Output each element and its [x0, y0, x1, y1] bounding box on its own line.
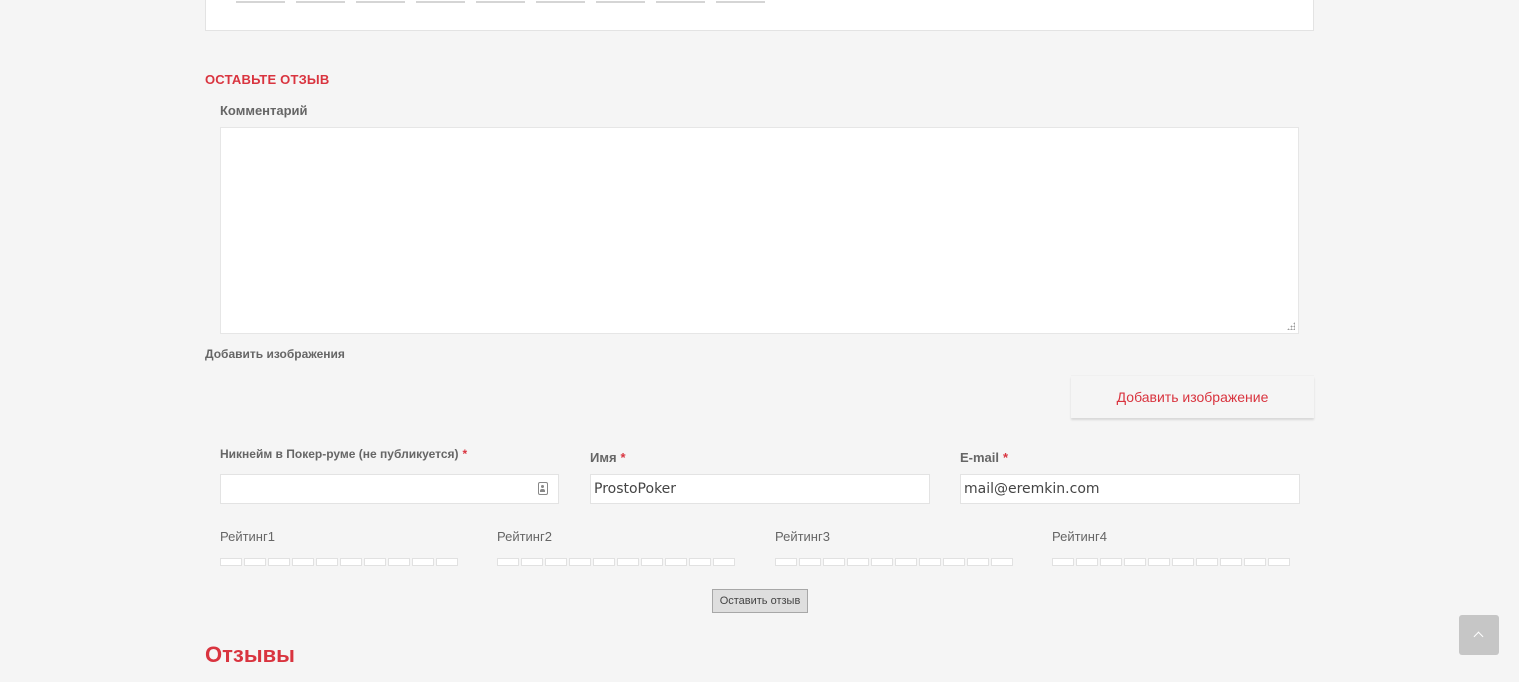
rating-3-scale	[775, 558, 1013, 566]
rating-box[interactable]	[823, 558, 845, 566]
rating-box[interactable]	[641, 558, 663, 566]
rating-box[interactable]	[943, 558, 965, 566]
rating-box[interactable]	[799, 558, 821, 566]
rating-3-label: Рейтинг3	[775, 529, 830, 544]
rating-box[interactable]	[871, 558, 893, 566]
rating-box[interactable]	[967, 558, 989, 566]
contact-card-icon[interactable]	[538, 482, 548, 495]
add-images-label: Добавить изображения	[205, 347, 345, 361]
rating-box[interactable]	[1244, 558, 1266, 566]
rating-box[interactable]	[316, 558, 338, 566]
rating-1-label: Рейтинг1	[220, 529, 275, 544]
rating-box[interactable]	[569, 558, 591, 566]
nickname-input[interactable]	[220, 474, 559, 504]
top-panel	[205, 0, 1314, 31]
rating-box[interactable]	[388, 558, 410, 566]
rating-box[interactable]	[689, 558, 711, 566]
rating-box[interactable]	[1124, 558, 1146, 566]
top-tab[interactable]	[536, 0, 585, 3]
rating-box[interactable]	[1172, 558, 1194, 566]
rating-4-scale	[1052, 558, 1290, 566]
top-tab[interactable]	[476, 0, 525, 3]
rating-box[interactable]	[713, 558, 735, 566]
name-label: Имя *	[590, 450, 626, 465]
top-tab[interactable]	[356, 0, 405, 3]
add-image-button[interactable]: Добавить изображение	[1071, 376, 1314, 418]
rating-box[interactable]	[919, 558, 941, 566]
review-form-heading: ОСТАВЬТЕ ОТЗЫВ	[205, 72, 330, 87]
rating-2-label: Рейтинг2	[497, 529, 552, 544]
email-label: E-mail *	[960, 450, 1008, 465]
rating-box[interactable]	[593, 558, 615, 566]
top-tab[interactable]	[716, 0, 765, 3]
rating-box[interactable]	[617, 558, 639, 566]
reviews-heading: Отзывы	[205, 642, 295, 667]
submit-review-button[interactable]: Оставить отзыв	[712, 589, 808, 613]
nickname-label: Никнейм в Покер-руме (не публикуется) *	[220, 447, 467, 461]
top-tab[interactable]	[416, 0, 465, 3]
rating-box[interactable]	[895, 558, 917, 566]
rating-box[interactable]	[521, 558, 543, 566]
rating-box[interactable]	[364, 558, 386, 566]
comment-textarea[interactable]	[220, 127, 1299, 334]
rating-box[interactable]	[220, 558, 242, 566]
rating-box[interactable]	[1148, 558, 1170, 566]
required-mark: *	[1003, 450, 1009, 465]
nickname-label-text: Никнейм в Покер-руме (не публикуется)	[220, 447, 459, 461]
rating-box[interactable]	[1196, 558, 1218, 566]
rating-box[interactable]	[991, 558, 1013, 566]
required-mark: *	[620, 450, 626, 465]
top-tab[interactable]	[296, 0, 345, 3]
email-input[interactable]: mail@eremkin.com	[960, 474, 1300, 504]
rating-box[interactable]	[1076, 558, 1098, 566]
chevron-up-icon	[1473, 631, 1484, 642]
top-tab-strip	[236, 0, 765, 3]
rating-box[interactable]	[847, 558, 869, 566]
top-tab[interactable]	[236, 0, 285, 3]
rating-box[interactable]	[665, 558, 687, 566]
rating-box[interactable]	[1220, 558, 1242, 566]
rating-1-scale	[220, 558, 458, 566]
rating-box[interactable]	[292, 558, 314, 566]
rating-box[interactable]	[412, 558, 434, 566]
rating-box[interactable]	[1268, 558, 1290, 566]
rating-box[interactable]	[436, 558, 458, 566]
required-mark: *	[462, 447, 468, 461]
rating-box[interactable]	[244, 558, 266, 566]
top-tab[interactable]	[656, 0, 705, 3]
name-input[interactable]: ProstoPoker	[590, 474, 930, 504]
rating-2-scale	[497, 558, 735, 566]
rating-box[interactable]	[545, 558, 567, 566]
rating-4-label: Рейтинг4	[1052, 529, 1107, 544]
rating-box[interactable]	[268, 558, 290, 566]
rating-box[interactable]	[340, 558, 362, 566]
rating-box[interactable]	[775, 558, 797, 566]
scroll-to-top-button[interactable]	[1459, 615, 1499, 655]
rating-box[interactable]	[497, 558, 519, 566]
top-tab[interactable]	[596, 0, 645, 3]
email-label-text: E-mail	[960, 450, 1000, 465]
rating-box[interactable]	[1052, 558, 1074, 566]
comment-label: Комментарий	[220, 103, 308, 118]
resize-grip-icon[interactable]	[1287, 322, 1295, 330]
name-label-text: Имя	[590, 450, 617, 465]
rating-box[interactable]	[1100, 558, 1122, 566]
